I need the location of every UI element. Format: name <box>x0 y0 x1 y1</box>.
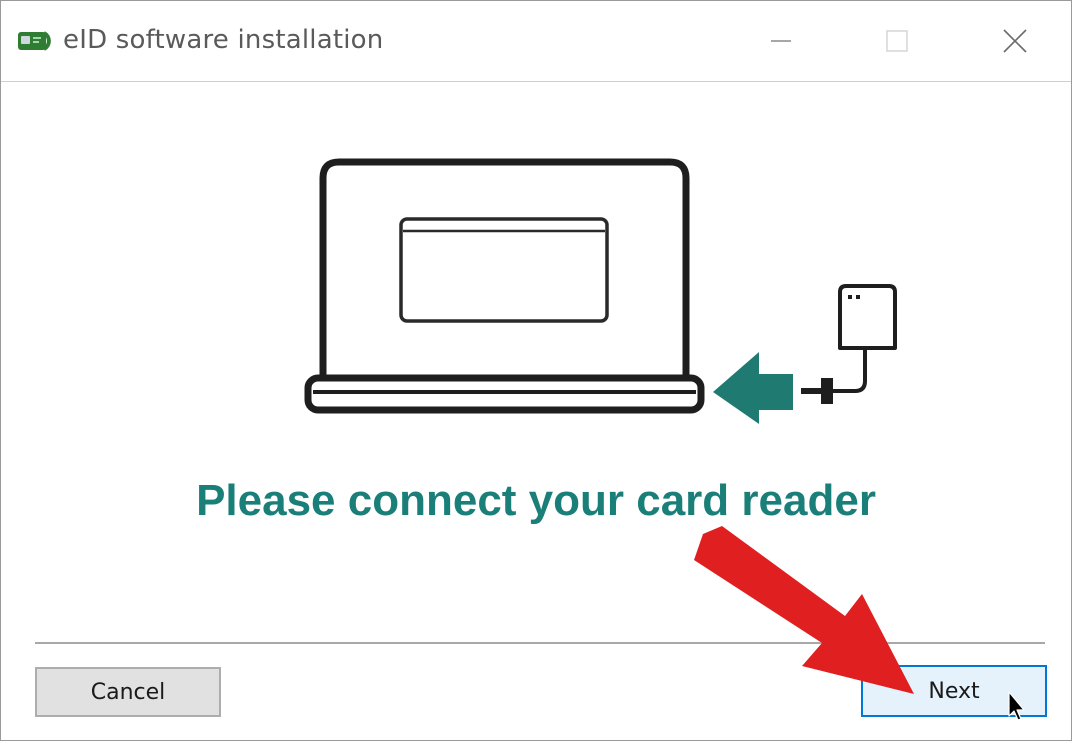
maximize-icon <box>886 30 908 52</box>
next-button[interactable]: Next <box>861 665 1047 717</box>
cancel-button[interactable]: Cancel <box>35 667 221 717</box>
close-icon <box>1003 29 1027 53</box>
close-button[interactable] <box>985 1 1045 81</box>
installer-window: eID software installation Please connect… <box>0 0 1072 741</box>
next-button-label: Next <box>928 678 980 704</box>
minimize-button[interactable] <box>751 1 811 81</box>
maximize-button[interactable] <box>867 1 927 81</box>
laptop-icon <box>304 158 705 414</box>
minimize-icon <box>771 40 791 42</box>
eid-card-icon <box>18 31 51 51</box>
content-area: Please connect your card reader Cancel N… <box>1 82 1071 740</box>
arrow-left-icon <box>713 352 793 424</box>
footer-divider <box>35 642 1045 644</box>
card-reader-icon <box>801 284 897 404</box>
cancel-button-label: Cancel <box>90 679 166 705</box>
title-bar[interactable]: eID software installation <box>1 1 1071 82</box>
connect-reader-heading: Please connect your card reader <box>196 476 876 525</box>
window-title: eID software installation <box>63 25 384 55</box>
connect-reader-illustration <box>304 158 897 424</box>
